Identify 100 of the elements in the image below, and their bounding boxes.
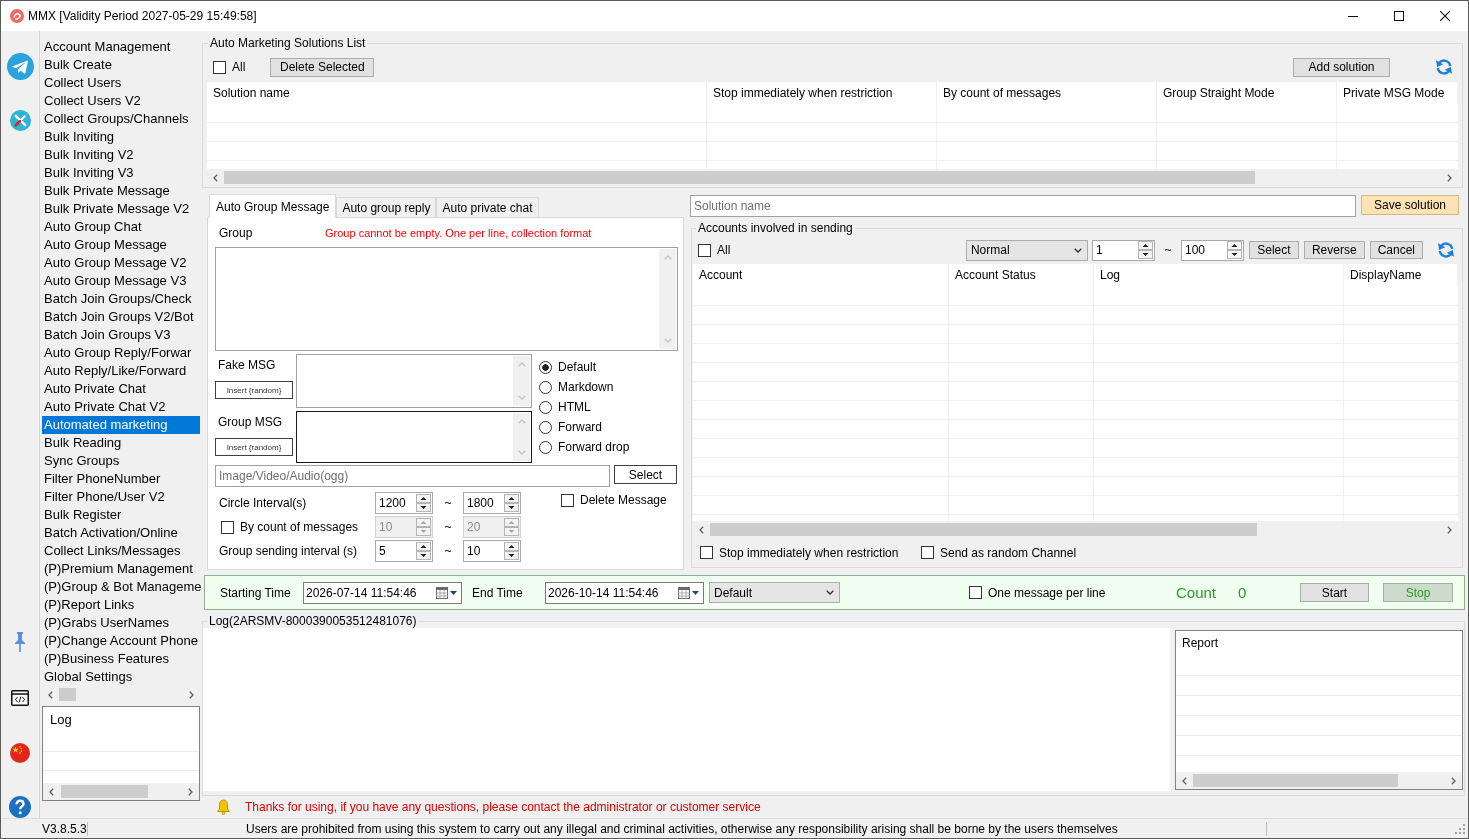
up-down-arrows-icon[interactable] [504,494,519,512]
sidebar-item[interactable]: (P)Business Features [42,650,200,668]
mode-dropdown[interactable]: Default [709,582,840,603]
column-header[interactable]: Group Straight Mode [1157,82,1337,104]
flag-icon[interactable] [10,743,30,763]
sidebar-item[interactable]: Global Settings [42,668,200,686]
column-header[interactable]: By count of messages [937,82,1157,104]
radio-button[interactable] [539,380,552,394]
select-button[interactable]: Select [1248,241,1299,259]
group-list-field[interactable] [215,247,678,351]
chevron-left-icon[interactable] [48,690,53,699]
scrollbar-thumb[interactable] [224,171,1255,184]
sidebar-item[interactable]: Automated marketing [42,416,200,434]
date-time-field[interactable]: 2026-07-14 11:54:46 [303,581,462,604]
sidebar-item[interactable]: Collect Users V2 [42,92,200,110]
refresh-icon[interactable] [1437,241,1455,259]
media-path-field[interactable]: Image/Video/Audio(ogg) [215,465,610,487]
sidebar-item[interactable]: Bulk Inviting [42,128,200,146]
chevron-right-icon[interactable] [1451,776,1456,785]
column-header[interactable]: Account [693,264,949,287]
code-window-icon[interactable] [11,690,29,706]
insert-button[interactable]: Insert {random} [215,438,293,456]
tab[interactable]: Auto Group Message [209,194,337,218]
sidebar-item[interactable]: Bulk Private Message [42,182,200,200]
sidebar-item[interactable]: Auto Group Message V2 [42,254,200,272]
sidebar-item[interactable]: Collect Users [42,74,200,92]
sidebar-item[interactable]: Batch Join Groups V3 [42,326,200,344]
calendar-icon[interactable] [678,586,690,599]
resize-grip-icon[interactable] [1454,823,1465,834]
sidebar-item[interactable]: (P)Change Account Phone [42,632,200,650]
start-button[interactable]: Start [1300,583,1369,602]
number-field[interactable]: 10 [463,540,521,562]
reverse-button[interactable]: Reverse [1303,241,1365,259]
sidebar-item[interactable]: Auto Group Reply/Forwar [42,344,200,362]
radio-button[interactable] [539,420,552,434]
number-field[interactable]: 100 [1180,239,1244,261]
checkbox[interactable] [213,60,226,74]
sidebar-item[interactable]: Collect Links/Messages [42,542,200,560]
solution-name-field[interactable]: Solution name [690,195,1356,217]
save-solution-button[interactable]: Save solution [1361,195,1459,215]
chevron-right-icon[interactable] [189,690,194,699]
horizontal-scrollbar[interactable] [693,521,1458,538]
chevron-right-icon[interactable] [188,787,193,796]
column-header[interactable]: Solution name [207,82,707,104]
sidebar-item[interactable]: Auto Group Message [42,236,200,254]
add-solution-button[interactable]: Add solution [1293,57,1390,77]
up-down-arrows-icon[interactable] [1137,241,1153,259]
chevron-right-icon[interactable] [1447,525,1452,534]
sidebar-item[interactable]: Batch Join Groups V2/Bot [42,308,200,326]
sidebar-item[interactable]: Auto Private Chat V2 [42,398,200,416]
up-down-arrows-icon[interactable] [416,494,431,512]
column-header[interactable]: Stop immediately when restriction [707,82,937,104]
date-time-field[interactable]: 2026-10-14 11:54:46 [545,581,704,604]
sidebar-item[interactable]: Bulk Inviting V3 [42,164,200,182]
checkbox[interactable] [921,546,934,559]
column-header[interactable]: Log [1094,264,1344,287]
radio-button[interactable] [539,440,552,454]
up-down-arrows-icon[interactable] [504,542,519,560]
sidebar-item[interactable]: Filter PhoneNumber [42,470,200,488]
chevron-right-icon[interactable] [1447,173,1452,182]
up-down-arrows-icon[interactable] [416,542,431,560]
tab[interactable]: Auto private chat [436,197,539,217]
caret-down-icon[interactable] [450,590,457,595]
chevron-left-icon[interactable] [699,525,704,534]
sidebar-item[interactable]: Auto Reply/Like/Forward [42,362,200,380]
checkbox[interactable] [700,546,713,559]
number-field[interactable]: 5 [375,540,433,562]
chevron-left-icon[interactable] [49,787,54,796]
chevron-left-icon[interactable] [213,173,218,182]
horizontal-scrollbar[interactable] [1176,772,1462,789]
up-down-arrows-icon[interactable] [1226,241,1242,259]
cancel-button[interactable]: Cancel [1369,241,1423,259]
scrollbar-thumb[interactable] [710,523,1257,536]
scrollbar-thumb[interactable] [61,785,148,798]
sidebar-item[interactable]: Auto Private Chat [42,380,200,398]
sidebar-item[interactable]: Collect Groups/Channels [42,110,200,128]
message-field[interactable] [296,411,532,463]
telegram-icon[interactable] [6,53,34,80]
filter-dropdown[interactable]: Normal [965,239,1088,261]
radio-button[interactable] [539,400,552,414]
column-header[interactable]: DisplayName [1344,264,1458,287]
column-header[interactable]: Account Status [949,264,1094,287]
tools-icon[interactable] [9,110,31,131]
column-header[interactable]: Private MSG Mode [1337,82,1458,104]
caret-down-icon[interactable] [692,590,699,595]
sidebar-item[interactable]: Bulk Inviting V2 [42,146,200,164]
checkbox[interactable] [969,586,982,599]
checkbox[interactable] [698,243,711,257]
sidebar-item[interactable]: Sync Groups [42,452,200,470]
sidebar-item[interactable]: Bulk Register [42,506,200,524]
sidebar-item[interactable]: Auto Group Message V3 [42,272,200,290]
sidebar-item[interactable]: Bulk Reading [42,434,200,452]
insert-button[interactable]: Insert {random} [215,381,293,399]
sidebar-item[interactable]: Filter Phone/User V2 [42,488,200,506]
calendar-icon[interactable] [436,586,448,599]
sidebar-item[interactable]: Auto Group Chat [42,218,200,236]
sidebar-item[interactable]: (P)Premium Management [42,560,200,578]
number-field[interactable]: 1800 [463,492,521,514]
message-field[interactable] [296,354,532,408]
sidebar-item[interactable]: Account Management [42,38,200,56]
